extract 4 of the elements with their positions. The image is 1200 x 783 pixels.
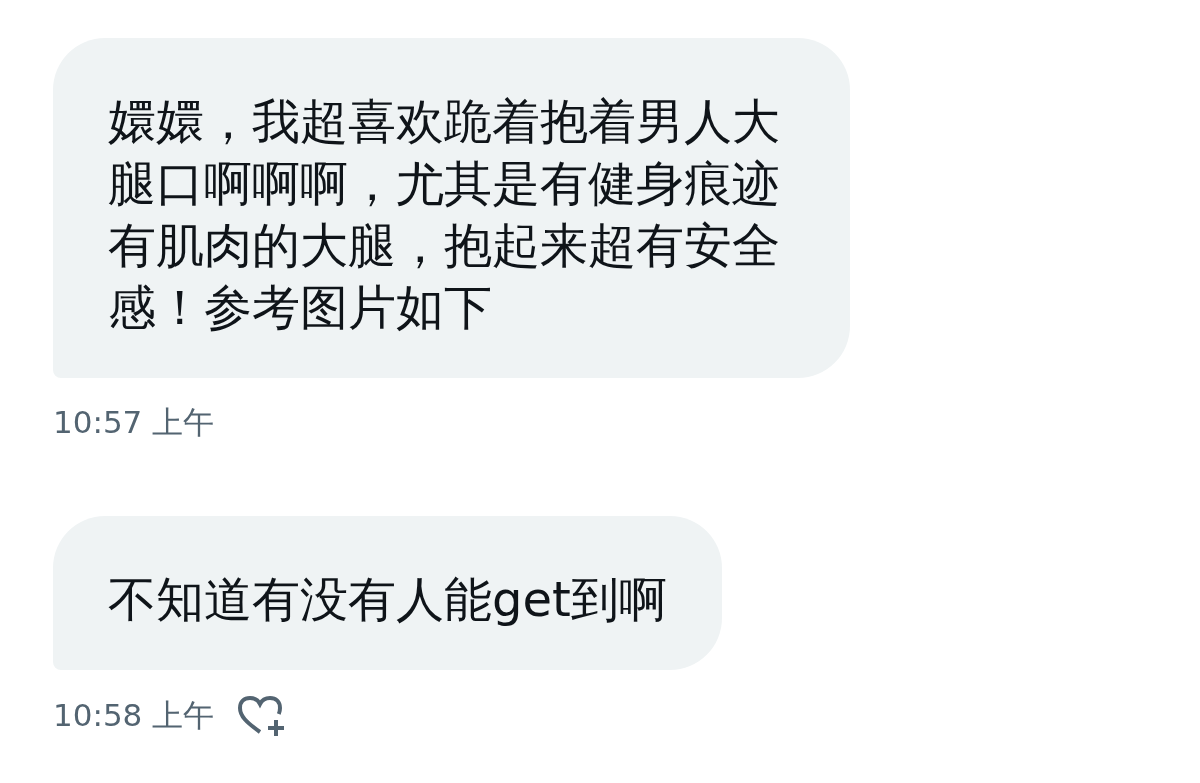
- message-time: 10:57 上午: [53, 403, 215, 442]
- message-bubble: 不知道有没有人能get到啊: [53, 516, 722, 670]
- message-bubble: 嬛嬛，我超喜欢跪着抱着男人大腿口啊啊啊，尤其是有健身痕迹有肌肉的大腿，抱起来超有安全感！参考图片如下: [53, 38, 850, 378]
- message-time: 10:58 上午: [53, 696, 215, 735]
